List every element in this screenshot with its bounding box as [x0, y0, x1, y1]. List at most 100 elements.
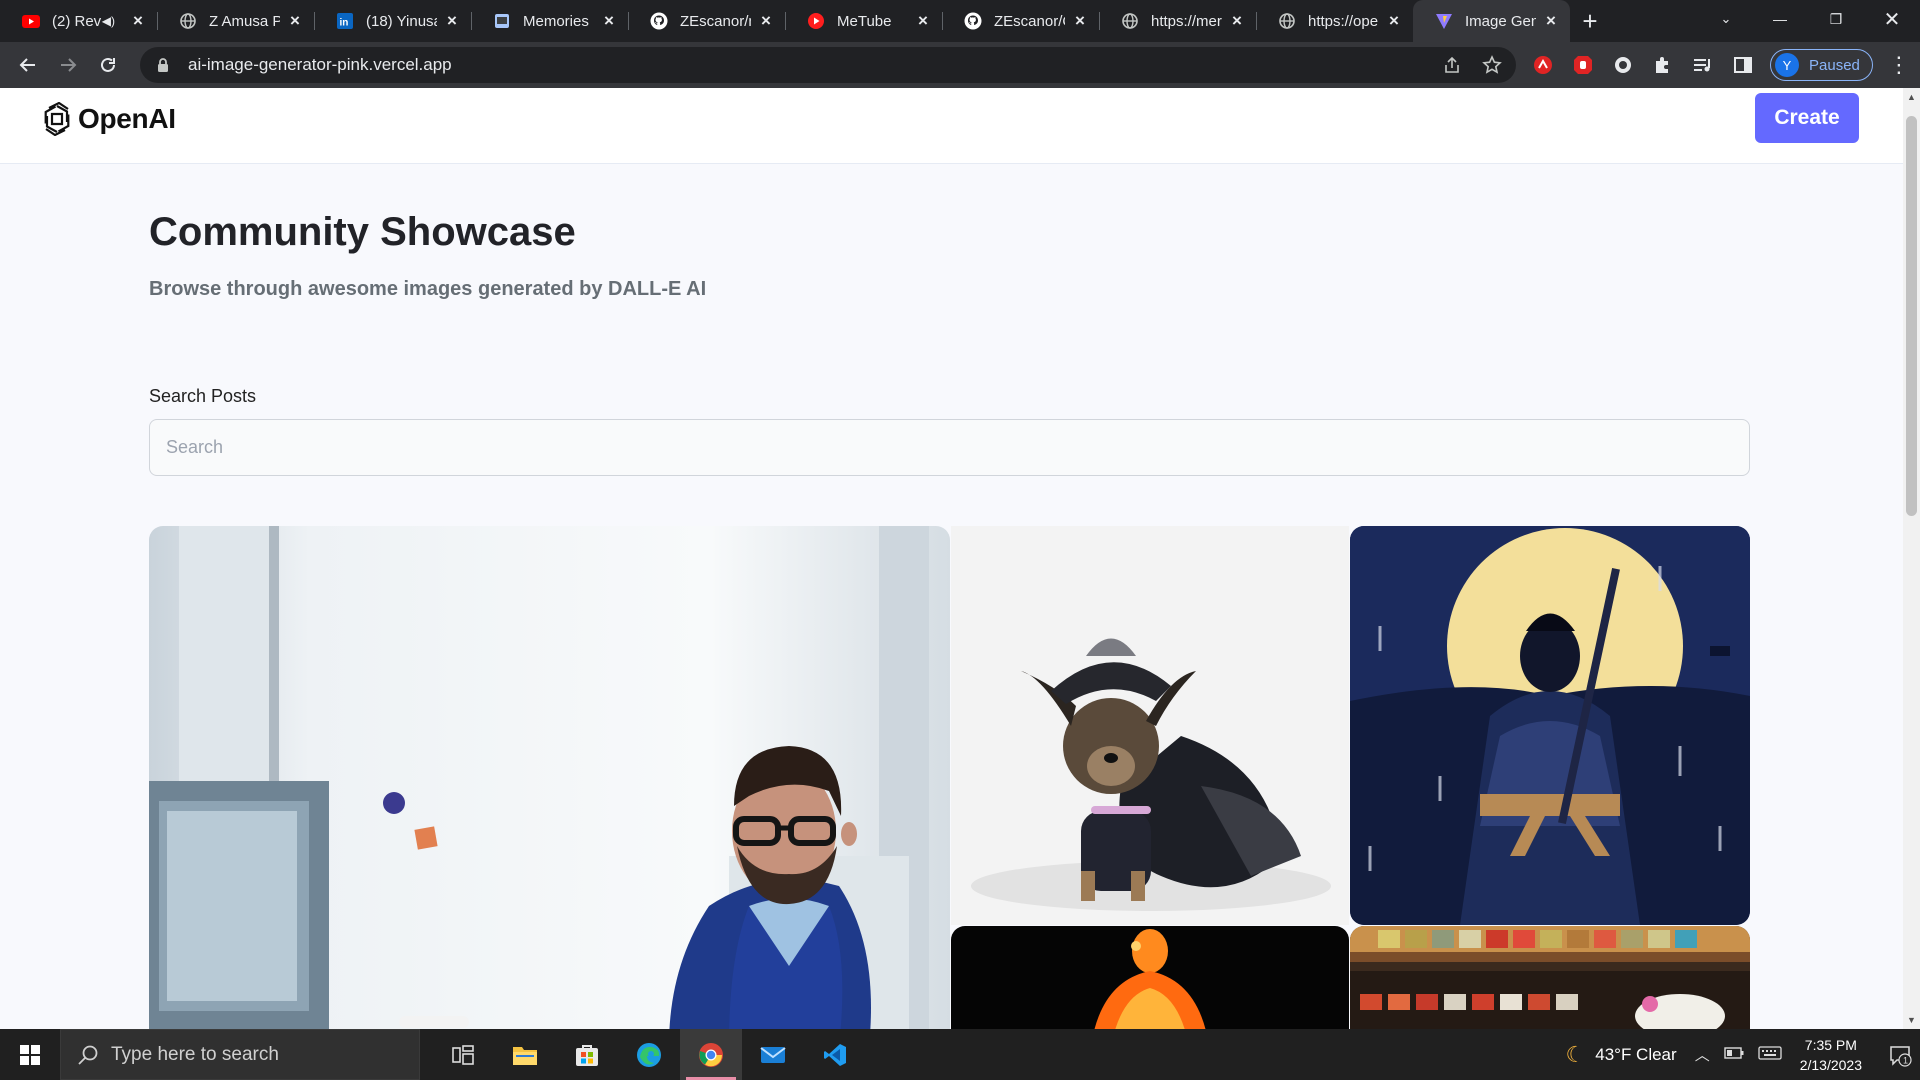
openai-logo-icon [44, 102, 70, 136]
web-page: OpenAI Create Community Showcase Browse … [0, 88, 1903, 1029]
avatar: Y [1775, 53, 1799, 77]
close-tab-icon[interactable]: × [1542, 11, 1560, 30]
extensions-puzzle-icon[interactable] [1650, 52, 1676, 78]
omnibox-actions [1442, 55, 1502, 80]
browser-tab[interactable]: Z Amusa Po × [157, 0, 314, 42]
image-card-shelf-mural[interactable] [1350, 926, 1750, 1029]
search-input[interactable] [149, 419, 1750, 476]
address-bar[interactable]: ai-image-generator-pink.vercel.app [140, 47, 1516, 83]
logo[interactable]: OpenAI [40, 102, 176, 136]
extensions-row: Y Paused ⋮ [1530, 47, 1911, 83]
side-panel-icon[interactable] [1730, 52, 1756, 78]
keyboard-icon[interactable] [1758, 1045, 1782, 1064]
image-card-fire-figure[interactable] [951, 926, 1349, 1029]
adblock-hand-icon[interactable] [1570, 52, 1596, 78]
browser-tab[interactable]: in (18) Yinusa × [314, 0, 471, 42]
image-card-witch-dog[interactable] [951, 526, 1349, 925]
minimize-icon[interactable]: — [1752, 0, 1808, 38]
moon-icon: ☾ [1565, 1041, 1586, 1067]
tab-search-icon[interactable]: ⌄ [1706, 0, 1746, 38]
close-tab-icon[interactable]: × [1385, 11, 1403, 30]
forward-icon[interactable] [48, 47, 88, 83]
share-icon[interactable] [1442, 55, 1462, 80]
page-title: Community Showcase [149, 210, 576, 254]
scrollbar-thumb[interactable] [1906, 116, 1917, 516]
image-card-samurai-moon[interactable] [1350, 526, 1750, 925]
close-tab-icon[interactable]: × [443, 11, 461, 30]
globe-icon [1278, 12, 1296, 30]
media-queue-icon[interactable] [1690, 52, 1716, 78]
system-tray: ☾ 43°F Clear ︿ 7:35 PM 2/13/2023 1 [1566, 1029, 1920, 1080]
weather-widget[interactable]: ☾ 43°F Clear [1566, 1042, 1677, 1068]
extension-circle-icon[interactable] [1610, 52, 1636, 78]
browser-tab[interactable]: https://mer × [1099, 0, 1256, 42]
edge-browser-icon[interactable] [618, 1029, 680, 1080]
logo-text: OpenAI [78, 103, 176, 134]
reload-icon[interactable] [88, 47, 128, 83]
new-tab-button[interactable]: + [1570, 0, 1610, 42]
browser-tab[interactable]: https://ope × [1256, 0, 1413, 42]
weather-text: 43°F Clear [1595, 1044, 1677, 1064]
browser-tab[interactable]: MeTube × [785, 0, 942, 42]
taskbar-search-box[interactable]: Type here to search [60, 1029, 420, 1080]
close-tab-icon[interactable]: × [600, 11, 618, 30]
scroll-down-icon[interactable]: ▼ [1907, 1015, 1916, 1025]
notification-center-icon[interactable]: 1 [1880, 1029, 1920, 1080]
search-label: Search Posts [149, 386, 257, 406]
close-tab-icon[interactable]: × [286, 11, 304, 30]
browser-tab[interactable]: ZEscanor/m × [628, 0, 785, 42]
shelf-mural-image [1350, 926, 1750, 1029]
chrome-menu-icon[interactable]: ⋮ [1887, 52, 1911, 78]
clock-date: 2/13/2023 [1799, 1056, 1862, 1073]
close-tab-icon[interactable]: × [129, 11, 147, 30]
url-text: ai-image-generator-pink.vercel.app [188, 55, 452, 74]
browser-tab[interactable]: ZEscanor/O × [942, 0, 1099, 42]
github-icon [964, 12, 982, 30]
profile-button[interactable]: Y Paused [1770, 49, 1873, 81]
browser-tab-active[interactable]: Image Gene × [1413, 0, 1570, 42]
windows-start-icon[interactable] [0, 1029, 60, 1080]
witch-dog-image [951, 526, 1349, 925]
bookmark-star-icon[interactable] [1482, 55, 1502, 80]
svg-text:in: in [340, 18, 349, 29]
close-tab-icon[interactable]: × [914, 11, 932, 30]
metube-icon [807, 12, 825, 30]
extension-red-icon[interactable] [1530, 52, 1556, 78]
lock-icon[interactable] [154, 56, 172, 74]
speaker-icon[interactable]: ◀) [102, 14, 115, 28]
restore-icon[interactable]: ❐ [1808, 0, 1864, 38]
image-card-man-at-computer[interactable] [149, 526, 950, 1029]
github-icon [650, 12, 668, 30]
browser-tab-strip: (2) Revi ◀) × Z Amusa Po × in (18) Yinus… [0, 0, 1920, 42]
memories-icon [493, 12, 511, 30]
clock[interactable]: 7:35 PM 2/13/2023 [1800, 1035, 1862, 1075]
close-tab-icon[interactable]: × [1071, 11, 1089, 30]
vscode-icon[interactable] [804, 1029, 866, 1080]
vite-icon [1435, 12, 1453, 30]
browser-toolbar: ai-image-generator-pink.vercel.app Y Pau… [0, 42, 1920, 88]
tab-list: (2) Revi ◀) × Z Amusa Po × in (18) Yinus… [0, 0, 1570, 42]
samurai-moon-image [1350, 526, 1750, 925]
close-tab-icon[interactable]: × [1228, 11, 1246, 30]
search-icon [78, 1045, 98, 1065]
tray-icons: ︿ [1695, 1044, 1782, 1065]
create-button[interactable]: Create [1755, 93, 1859, 143]
browser-tab[interactable]: Memories × [471, 0, 628, 42]
chevron-up-icon[interactable]: ︿ [1695, 1044, 1710, 1065]
close-tab-icon[interactable]: × [757, 11, 775, 30]
chrome-browser-icon[interactable] [680, 1029, 742, 1080]
task-view-icon[interactable] [432, 1029, 494, 1080]
file-explorer-icon[interactable] [494, 1029, 556, 1080]
page-scrollbar[interactable]: ▲ ▼ [1903, 88, 1920, 1029]
back-icon[interactable] [8, 47, 48, 83]
notification-count: 1 [1903, 1055, 1908, 1065]
windows-taskbar: Type here to search ☾ 43°F Clear ︿ 7:35 … [0, 1029, 1920, 1080]
microsoft-store-icon[interactable] [556, 1029, 618, 1080]
browser-tab[interactable]: (2) Revi ◀) × [0, 0, 157, 42]
battery-icon[interactable] [1724, 1046, 1744, 1063]
mail-icon[interactable] [742, 1029, 804, 1080]
taskbar-apps [432, 1029, 866, 1080]
close-window-icon[interactable]: ✕ [1864, 0, 1920, 38]
profile-status: Paused [1809, 56, 1860, 74]
scroll-up-icon[interactable]: ▲ [1907, 92, 1916, 102]
